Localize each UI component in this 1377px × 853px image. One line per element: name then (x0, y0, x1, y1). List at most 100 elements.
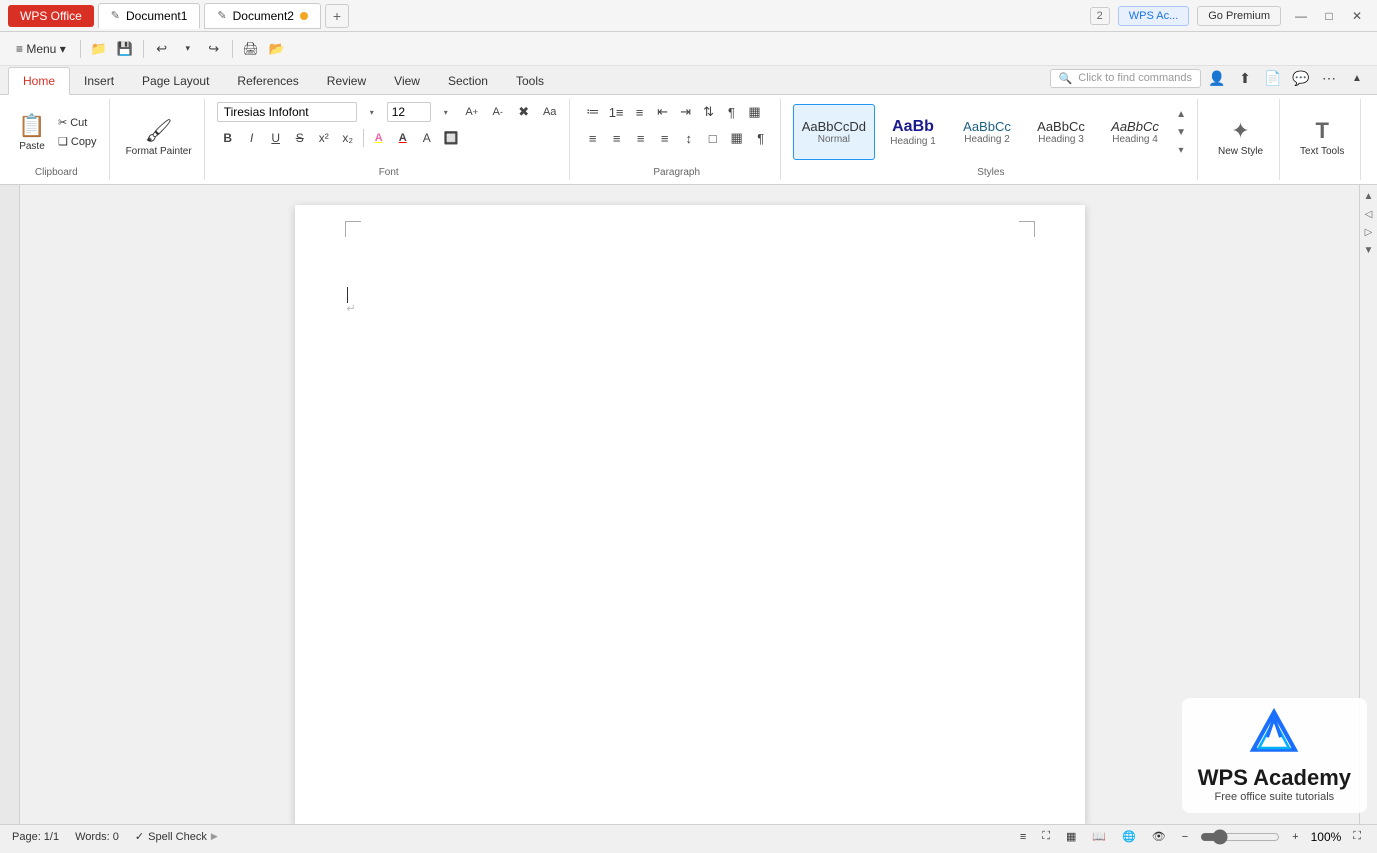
font-color-button[interactable]: A (392, 127, 414, 149)
outdent-button[interactable]: ⇤ (652, 101, 674, 123)
subscript-button[interactable]: x₂ (337, 127, 359, 149)
tab-references[interactable]: References (223, 68, 312, 94)
zoom-out-button[interactable]: − (1178, 830, 1192, 844)
format-painter-button[interactable]: 🖌 Format Painter (122, 114, 196, 161)
redo-button[interactable]: ↪ (202, 37, 226, 61)
account-button[interactable]: WPS Ac... (1118, 6, 1190, 26)
show-hide-button[interactable]: ¶ (721, 101, 743, 123)
maximize-button[interactable]: □ (1317, 4, 1341, 28)
numbered-list-button[interactable]: 1≡ (605, 101, 628, 123)
indent-button[interactable]: ⇥ (675, 101, 697, 123)
qat-separator-3 (232, 40, 233, 58)
doc2-tab[interactable]: ✎ Document2 (204, 3, 321, 29)
bullet-list-button[interactable]: ≔ (582, 101, 604, 123)
comment-button[interactable]: 💬 (1289, 66, 1313, 90)
styles-scroll-down[interactable]: ▼ (1173, 124, 1189, 140)
line-spacing-button[interactable]: ↕ (678, 127, 700, 149)
tab-insert[interactable]: Insert (70, 68, 128, 94)
normal-view-button[interactable]: ≡ (1016, 830, 1030, 844)
save-button[interactable]: 💾 (113, 37, 137, 61)
style-scroll-arrows: ▲ ▼ ▾ (1173, 106, 1189, 158)
style-heading1[interactable]: AaBb Heading 1 (877, 104, 949, 160)
tab-tools[interactable]: Tools (502, 68, 558, 94)
text-tools-icon: T (1315, 118, 1328, 144)
styles-scroll-up[interactable]: ▲ (1173, 106, 1189, 122)
italic-button[interactable]: I (241, 127, 263, 149)
text-cursor (347, 287, 349, 303)
align-center-button[interactable]: ≡ (606, 127, 628, 149)
tab-view[interactable]: View (380, 68, 434, 94)
bold-button[interactable]: B (217, 127, 239, 149)
superscript-button[interactable]: x² (313, 127, 335, 149)
style-heading2[interactable]: AaBbCc Heading 2 (951, 104, 1023, 160)
sidebar-collapse-btn[interactable]: ◁ (1362, 207, 1376, 221)
file-manager-button[interactable]: 📂 (265, 37, 289, 61)
change-case-button[interactable]: Aa (539, 101, 561, 123)
para-marks-button[interactable]: ¶ (750, 127, 772, 149)
tab-review[interactable]: Review (313, 68, 380, 94)
doc-scroll[interactable]: ↵ (20, 185, 1359, 824)
copy-button[interactable]: ❑ Copy (54, 133, 101, 150)
borders-button[interactable]: □ (702, 127, 724, 149)
shading-button[interactable]: ▦ (726, 127, 748, 149)
columns-button[interactable]: ▦ (744, 101, 766, 123)
tab-home[interactable]: Home (8, 67, 70, 95)
share-button[interactable]: 👤 (1205, 66, 1229, 90)
doc1-tab[interactable]: ✎ Document1 (98, 3, 201, 29)
sidebar-expand-btn[interactable]: ▷ (1362, 225, 1376, 239)
premium-button[interactable]: Go Premium (1197, 6, 1281, 26)
style-heading4[interactable]: AaBbCc Heading 4 (1099, 104, 1171, 160)
wps-office-button[interactable]: WPS Office (8, 5, 94, 27)
zoom-in-button[interactable]: + (1288, 830, 1302, 844)
font-grow-button[interactable]: A+ (461, 101, 483, 123)
paste-button[interactable]: 📋 Paste (12, 109, 52, 156)
fullscreen-btn[interactable]: ⛶ (1349, 829, 1365, 844)
share2-button[interactable]: ⬆ (1233, 66, 1257, 90)
new-style-button[interactable]: ✦ New Style (1210, 114, 1271, 161)
align-left-button[interactable]: ≡ (582, 127, 604, 149)
find-replace-button[interactable]: 🔍 Find and Replace (1373, 114, 1377, 161)
split-view-button[interactable]: ▦ (1062, 829, 1080, 844)
menu-button[interactable]: ≡ Menu ▾ (8, 38, 74, 60)
open-folder-button[interactable]: 📁 (87, 37, 111, 61)
tab-section[interactable]: Section (434, 68, 502, 94)
sidebar-bottom-btn[interactable]: ▼ (1362, 243, 1376, 257)
font-size-dropdown[interactable]: ▾ (435, 101, 457, 123)
close-button[interactable]: ✕ (1345, 4, 1369, 28)
cut-button[interactable]: ✂ Cut (54, 114, 101, 131)
eye-mode-button[interactable]: 👁 (1148, 829, 1170, 844)
font-shrink-button[interactable]: A- (487, 101, 509, 123)
clear-format-button[interactable]: ✖ (513, 101, 535, 123)
minimize-button[interactable]: — (1289, 4, 1313, 28)
multilevel-list-button[interactable]: ≡ (629, 101, 651, 123)
search-box[interactable]: 🔍 Click to find commands (1050, 69, 1201, 88)
undo-button[interactable]: ↩ (150, 37, 174, 61)
style-normal[interactable]: AaBbCcDd Normal (793, 104, 875, 160)
print-button[interactable]: 🖨 (239, 37, 263, 61)
sidebar-top-btn[interactable]: ▲ (1362, 189, 1376, 203)
full-screen-button[interactable]: ⛶ (1038, 829, 1054, 844)
undo-dropdown[interactable]: ▾ (176, 37, 200, 61)
text-highlight-button[interactable]: A (368, 127, 390, 149)
font-size-input[interactable] (387, 102, 431, 122)
new-tab-button[interactable]: + (325, 4, 349, 28)
pdf-button[interactable]: 📄 (1261, 66, 1285, 90)
collapse-ribbon[interactable]: ▲ (1345, 66, 1369, 90)
tab-page-layout[interactable]: Page Layout (128, 68, 223, 94)
char-shading-button[interactable]: 🔲 (440, 127, 463, 149)
reader-view-button[interactable]: 📖 (1088, 829, 1110, 844)
font-name-dropdown[interactable]: ▾ (361, 101, 383, 123)
style-heading3[interactable]: AaBbCc Heading 3 (1025, 104, 1097, 160)
underline-button[interactable]: U (265, 127, 287, 149)
styles-expand[interactable]: ▾ (1173, 142, 1189, 158)
more-button[interactable]: ⋯ (1317, 66, 1341, 90)
zoom-slider[interactable] (1200, 829, 1280, 845)
sort-button[interactable]: ⇅ (698, 101, 720, 123)
align-right-button[interactable]: ≡ (630, 127, 652, 149)
strikethrough-button[interactable]: S (289, 127, 311, 149)
web-view-button[interactable]: 🌐 (1118, 829, 1140, 844)
char-border-button[interactable]: A (416, 127, 438, 149)
justify-button[interactable]: ≡ (654, 127, 676, 149)
text-tools-button[interactable]: T Text Tools (1292, 114, 1352, 161)
font-name-input[interactable] (217, 102, 357, 122)
